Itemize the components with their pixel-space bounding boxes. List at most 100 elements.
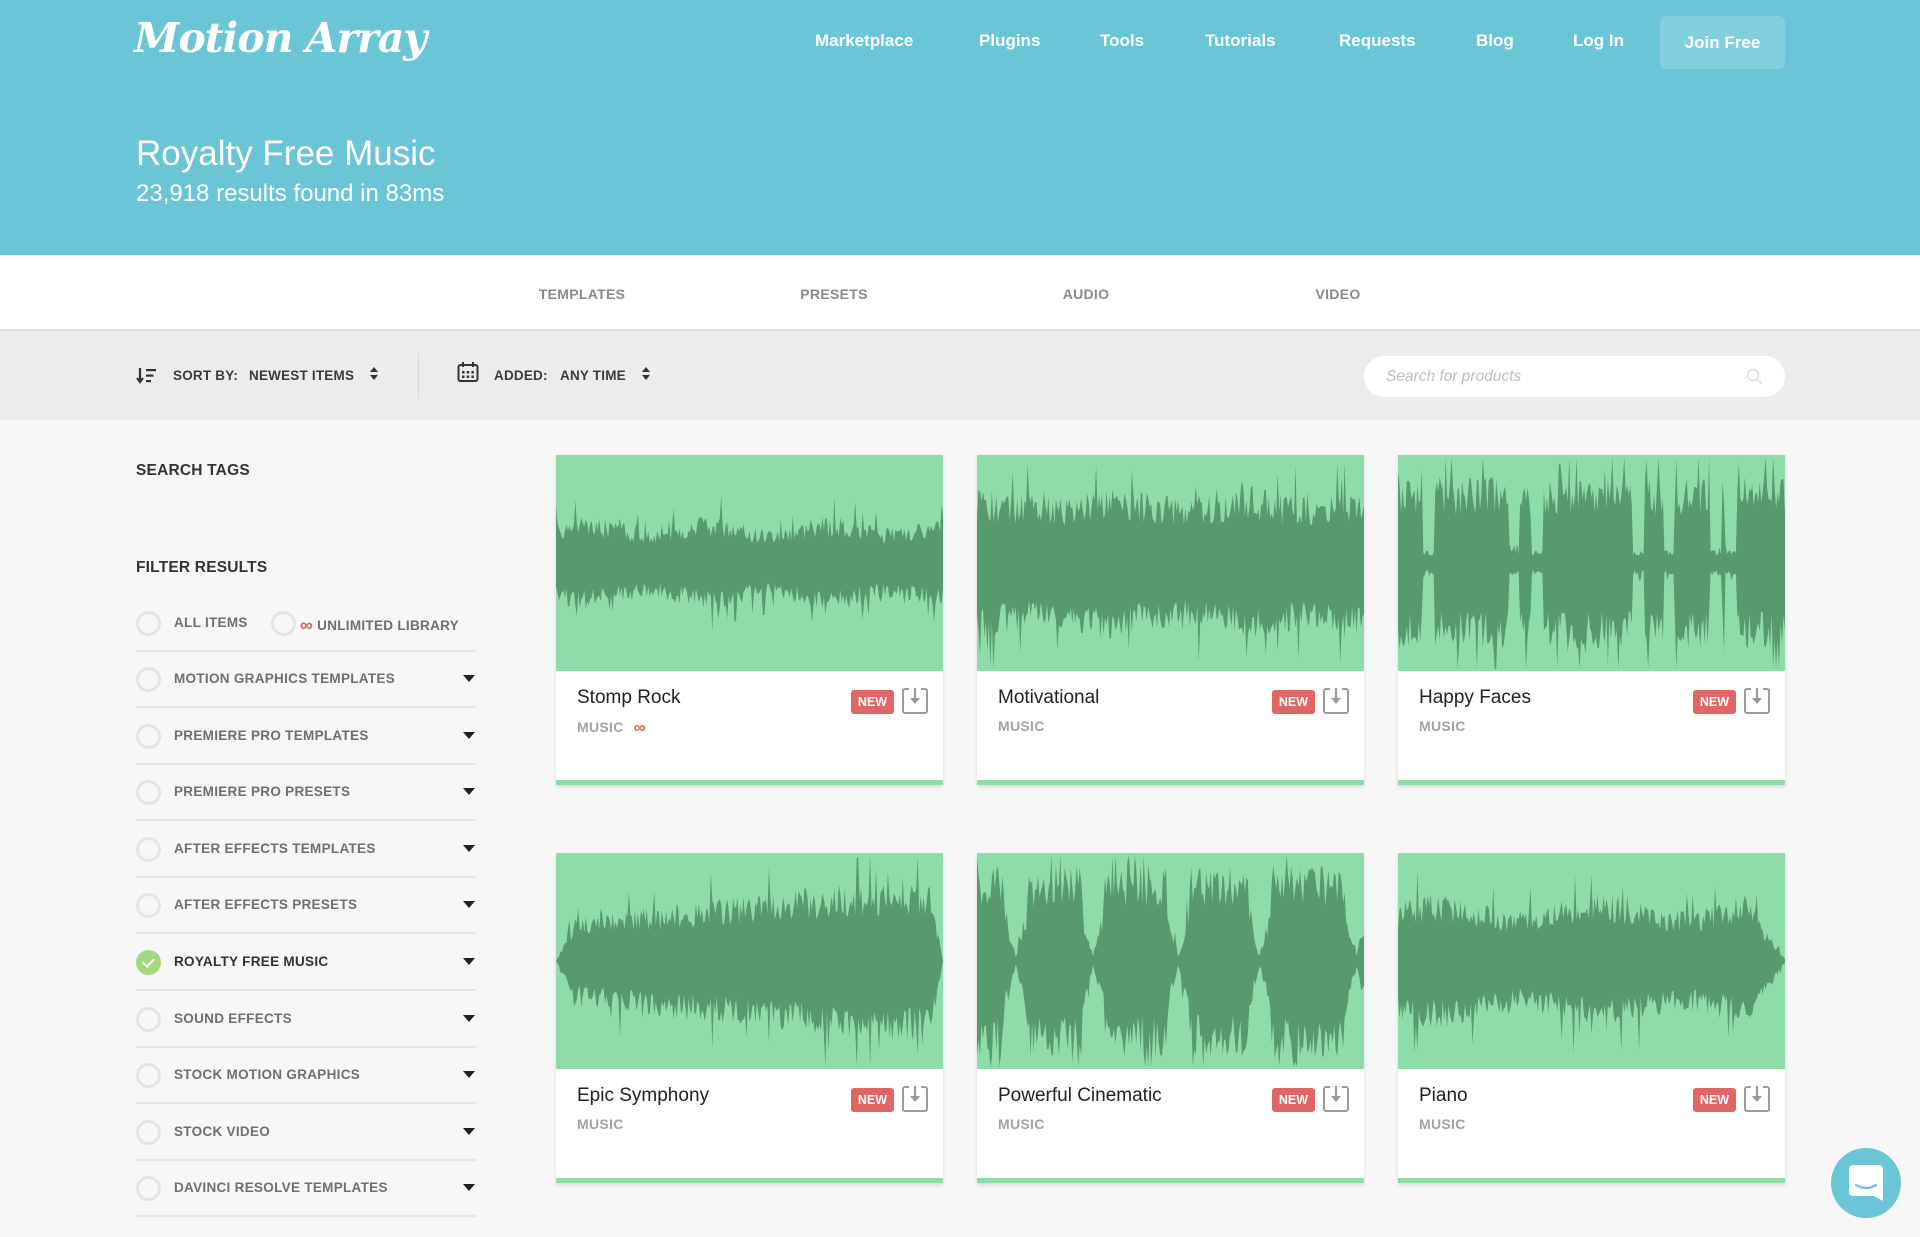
waveform-preview[interactable]: [1398, 455, 1785, 671]
radio[interactable]: [136, 780, 161, 806]
nav-tools[interactable]: Tools: [1100, 31, 1144, 51]
caret-down-icon[interactable]: [463, 731, 475, 739]
card-title[interactable]: Happy Faces: [1419, 687, 1531, 709]
caret-down-icon[interactable]: [463, 1071, 475, 1079]
product-card[interactable]: Piano MUSIC NEW: [1398, 853, 1785, 1183]
filter-item[interactable]: SOUND EFFECTS: [136, 992, 476, 1048]
card-category[interactable]: MUSIC: [577, 1116, 624, 1132]
card-title[interactable]: Epic Symphony: [577, 1085, 709, 1107]
product-card[interactable]: Motivational MUSIC NEW: [977, 455, 1364, 785]
filter-item[interactable]: STOCK MOTION GRAPHICS: [136, 1048, 476, 1105]
join-free-button[interactable]: Join Free: [1660, 16, 1785, 69]
waveform-preview[interactable]: [977, 853, 1364, 1069]
radio-checked[interactable]: [136, 950, 161, 975]
waveform: [977, 855, 1364, 1067]
radio[interactable]: [136, 723, 161, 749]
filter-label: AFTER EFFECTS TEMPLATES: [174, 840, 376, 856]
download-button[interactable]: [902, 687, 928, 715]
caret-down-icon[interactable]: [463, 958, 475, 965]
results-count: 23,918 results found in 83ms: [136, 180, 445, 207]
radio[interactable]: [136, 1176, 161, 1202]
nav-requests[interactable]: Requests: [1339, 31, 1416, 51]
nav-tutorials[interactable]: Tutorials: [1205, 31, 1276, 51]
caret-down-icon[interactable]: [463, 844, 475, 852]
radio[interactable]: [136, 667, 161, 692]
added-chevron-icon[interactable]: [641, 366, 651, 382]
tab-presets[interactable]: PRESETS: [800, 286, 867, 302]
caret-down-icon[interactable]: [463, 788, 475, 796]
filter-item[interactable]: PREMIERE PRO TEMPLATES: [136, 709, 476, 765]
card-category[interactable]: MUSIC: [577, 719, 624, 735]
download-icon: [902, 688, 928, 714]
caret-down-icon[interactable]: [463, 1184, 475, 1192]
caret-down-icon[interactable]: [463, 1127, 475, 1135]
radio[interactable]: [136, 836, 161, 862]
radio-all-items[interactable]: [136, 611, 161, 636]
waveform-preview[interactable]: [556, 455, 943, 671]
infinity-icon: ∞: [633, 718, 647, 737]
product-card[interactable]: Happy Faces MUSIC NEW: [1398, 455, 1785, 785]
filter-results-heading: FILTER RESULTS: [136, 559, 268, 576]
search-icon[interactable]: [1746, 368, 1763, 385]
filter-item[interactable]: DAVINCI RESOLVE TEMPLATES: [136, 1161, 476, 1218]
nav-plugins[interactable]: Plugins: [979, 31, 1040, 51]
download-button[interactable]: [1323, 1085, 1349, 1113]
card-category[interactable]: MUSIC: [1419, 1116, 1466, 1132]
tab-audio[interactable]: AUDIO: [1063, 286, 1110, 302]
filter-bar: SORT BY: NEWEST ITEMS ADDED: ANY TIME: [0, 331, 1920, 420]
filter-item[interactable]: STOCK VIDEO: [136, 1105, 476, 1161]
page-title: Royalty Free Music: [136, 134, 436, 173]
tab-video[interactable]: VIDEO: [1315, 286, 1360, 302]
card-title[interactable]: Stomp Rock: [577, 687, 680, 709]
product-card[interactable]: Stomp Rock MUSIC ∞ NEW: [556, 455, 943, 785]
product-card[interactable]: Powerful Cinematic MUSIC NEW: [977, 853, 1364, 1183]
card-category[interactable]: MUSIC: [1419, 718, 1466, 734]
download-button[interactable]: [902, 1085, 928, 1113]
category-tabs: TEMPLATES PRESETS AUDIO VIDEO: [0, 255, 1920, 331]
filter-item[interactable]: AFTER EFFECTS TEMPLATES: [136, 822, 476, 878]
new-badge: NEW: [1272, 690, 1315, 714]
download-button[interactable]: [1744, 1085, 1770, 1113]
filter-item[interactable]: ROYALTY FREE MUSIC: [136, 935, 476, 991]
radio[interactable]: [136, 893, 161, 919]
product-card[interactable]: Epic Symphony MUSIC NEW: [556, 853, 943, 1183]
tab-templates[interactable]: TEMPLATES: [539, 286, 625, 302]
search-input[interactable]: [1386, 356, 1736, 397]
download-button[interactable]: [1323, 687, 1349, 715]
radio-unlimited-library[interactable]: [271, 611, 296, 636]
caret-down-icon[interactable]: [463, 1014, 475, 1022]
waveform: [1398, 457, 1785, 669]
card-title[interactable]: Motivational: [998, 687, 1099, 709]
radio[interactable]: [136, 1006, 161, 1032]
card-category[interactable]: MUSIC: [998, 1116, 1045, 1132]
sort-descending-icon: [136, 367, 158, 389]
waveform-preview[interactable]: [977, 455, 1364, 671]
filter-item[interactable]: PREMIERE PRO PRESETS: [136, 765, 476, 822]
added-value[interactable]: ANY TIME: [560, 368, 626, 383]
filter-item[interactable]: AFTER EFFECTS PRESETS: [136, 878, 476, 935]
nav-blog[interactable]: Blog: [1476, 31, 1514, 51]
chat-icon: [1849, 1165, 1883, 1201]
waveform: [1398, 869, 1785, 1054]
sort-value[interactable]: NEWEST ITEMS: [249, 368, 354, 383]
radio[interactable]: [136, 1119, 161, 1145]
caret-down-icon[interactable]: [463, 675, 475, 682]
download-button[interactable]: [1744, 687, 1770, 715]
card-category[interactable]: MUSIC: [998, 718, 1045, 734]
card-category-wrap: MUSIC: [1419, 1116, 1466, 1132]
nav-login[interactable]: Log In: [1573, 31, 1624, 51]
download-icon: [1744, 1086, 1770, 1112]
card-title[interactable]: Powerful Cinematic: [998, 1085, 1162, 1107]
waveform-preview[interactable]: [1398, 853, 1785, 1069]
card-title[interactable]: Piano: [1419, 1085, 1468, 1107]
chat-button[interactable]: [1831, 1148, 1901, 1218]
radio[interactable]: [136, 1063, 161, 1089]
waveform-preview[interactable]: [556, 853, 943, 1069]
caret-down-icon[interactable]: [463, 901, 475, 909]
nav-marketplace[interactable]: Marketplace: [815, 31, 913, 51]
sort-chevron-icon[interactable]: [369, 366, 379, 382]
filter-label: ROYALTY FREE MUSIC: [174, 954, 329, 969]
filter-item[interactable]: MOTION GRAPHICS TEMPLATES: [136, 652, 476, 708]
filter-label: STOCK MOTION GRAPHICS: [174, 1067, 361, 1083]
site-header: Motion Array Marketplace Plugins Tools T…: [0, 0, 1920, 255]
